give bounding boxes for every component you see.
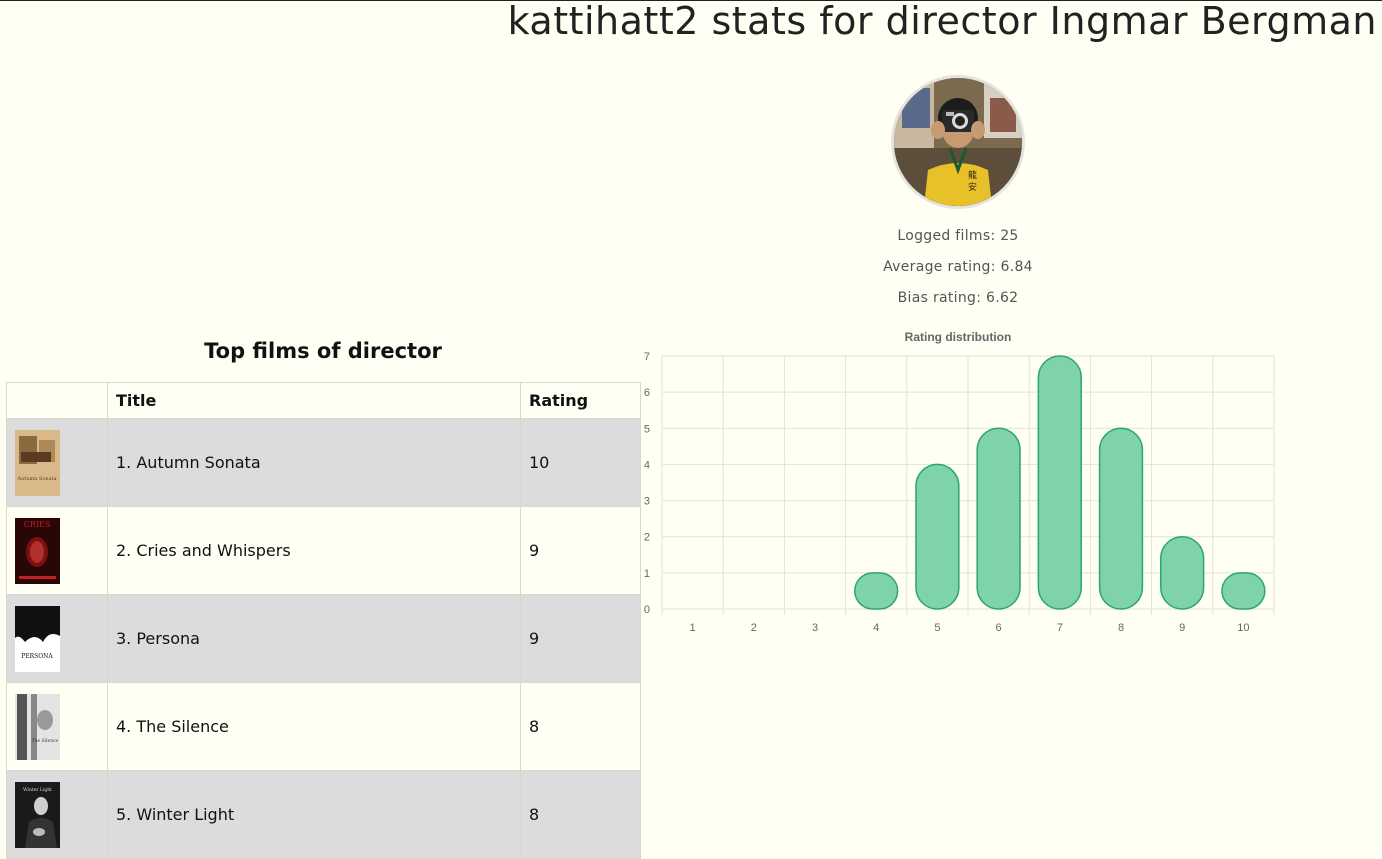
- column-header-poster: [6, 382, 108, 419]
- x-tick-label: 3: [812, 622, 818, 634]
- table-row[interactable]: CRIES 2. Cries and Whispers 9: [6, 506, 641, 595]
- table-header-row: Title Rating: [6, 382, 641, 419]
- film-rating: 10: [520, 418, 641, 507]
- x-tick-label: 9: [1179, 622, 1185, 634]
- table-row[interactable]: Winter Light 5. Winter Light 8: [6, 770, 641, 859]
- bar-rating-4[interactable]: [854, 572, 899, 610]
- y-tick-label: 2: [644, 532, 650, 544]
- y-tick-label: 3: [644, 496, 650, 508]
- svg-text:CRIES: CRIES: [24, 520, 51, 529]
- avatar-photo: 龍 安: [894, 78, 1022, 206]
- x-tick-label: 10: [1237, 622, 1249, 634]
- bar-rating-7[interactable]: [1037, 355, 1082, 610]
- film-rating: 9: [520, 506, 641, 595]
- film-title[interactable]: 5. Winter Light: [107, 770, 521, 859]
- film-rating: 9: [520, 594, 641, 683]
- film-title[interactable]: 4. The Silence: [107, 682, 521, 771]
- top-films-table: Title Rating Autumn Sonata 1. Autumn Son…: [6, 382, 641, 859]
- y-tick-label: 7: [644, 351, 650, 363]
- column-header-rating: Rating: [520, 382, 641, 419]
- x-tick-label: 1: [690, 622, 696, 634]
- top-films-heading: Top films of director: [204, 339, 442, 363]
- column-header-title: Title: [107, 382, 521, 419]
- svg-text:Autumn Sonata: Autumn Sonata: [16, 476, 56, 482]
- svg-text:Winter Light: Winter Light: [23, 787, 52, 793]
- film-rating: 8: [520, 682, 641, 771]
- svg-text:The Silence: The Silence: [32, 738, 59, 744]
- x-tick-label: 7: [1057, 622, 1063, 634]
- table-row[interactable]: The Silence 4. The Silence 8: [6, 682, 641, 771]
- user-avatar: 龍 安: [891, 75, 1025, 209]
- x-tick-label: 4: [873, 622, 879, 634]
- svg-text:龍: 龍: [968, 169, 977, 181]
- poster-autumn-sonata[interactable]: Autumn Sonata: [15, 429, 60, 496]
- bar-rating-10[interactable]: [1221, 572, 1266, 610]
- y-tick-label: 5: [644, 423, 650, 435]
- poster-cell: CRIES: [6, 506, 108, 595]
- poster-cell: Autumn Sonata: [6, 418, 108, 507]
- table-row[interactable]: PERSONA 3. Persona 9: [6, 594, 641, 683]
- poster-winter-light[interactable]: Winter Light: [15, 781, 60, 848]
- chart-canvas: 0 1 2 3 4 5 6 7 1 2 3 4 5 6 7 8 9 10: [644, 351, 1275, 634]
- film-rating: 8: [520, 770, 641, 859]
- x-tick-label: 8: [1118, 622, 1124, 634]
- bar-rating-8[interactable]: [1098, 427, 1144, 610]
- poster-cell: The Silence: [6, 682, 108, 771]
- poster-cell: Winter Light: [6, 770, 108, 859]
- poster-the-silence[interactable]: The Silence: [15, 693, 60, 760]
- film-title[interactable]: 1. Autumn Sonata: [107, 418, 521, 507]
- logged-films-stat: Logged films: 25: [897, 228, 1019, 244]
- x-tick-label: 2: [751, 622, 757, 634]
- y-tick-label: 0: [644, 604, 650, 616]
- poster-cries-and-whispers[interactable]: CRIES: [15, 517, 60, 584]
- film-title[interactable]: 3. Persona: [107, 594, 521, 683]
- x-tick-label: 6: [996, 622, 1002, 634]
- bias-rating-stat: Bias rating: 6.62: [897, 290, 1019, 306]
- rating-distribution-chart: Rating distribution 0 1 2 3 4 5 6 7 1 2 3 4 5 6 7 8 9 10: [640, 326, 1280, 646]
- y-tick-label: 4: [644, 459, 650, 471]
- page: kattihatt2 stats for director Ingmar Ber…: [0, 0, 1382, 859]
- svg-text:PERSONA: PERSONA: [21, 653, 53, 660]
- average-rating-stat: Average rating: 6.84: [883, 259, 1033, 275]
- table-row[interactable]: Autumn Sonata 1. Autumn Sonata 10: [6, 418, 641, 507]
- film-title[interactable]: 2. Cries and Whispers: [107, 506, 521, 595]
- poster-persona[interactable]: PERSONA: [15, 605, 60, 672]
- bar-rating-5[interactable]: [915, 463, 960, 610]
- bar-rating-9[interactable]: [1160, 535, 1205, 610]
- poster-cell: PERSONA: [6, 594, 108, 683]
- bar-rating-6[interactable]: [976, 427, 1021, 610]
- svg-text:安: 安: [968, 181, 977, 193]
- y-tick-label: 6: [644, 387, 650, 399]
- x-tick-label: 5: [934, 622, 940, 634]
- y-tick-label: 1: [644, 568, 650, 580]
- page-title: kattihatt2 stats for director Ingmar Ber…: [507, 0, 1377, 43]
